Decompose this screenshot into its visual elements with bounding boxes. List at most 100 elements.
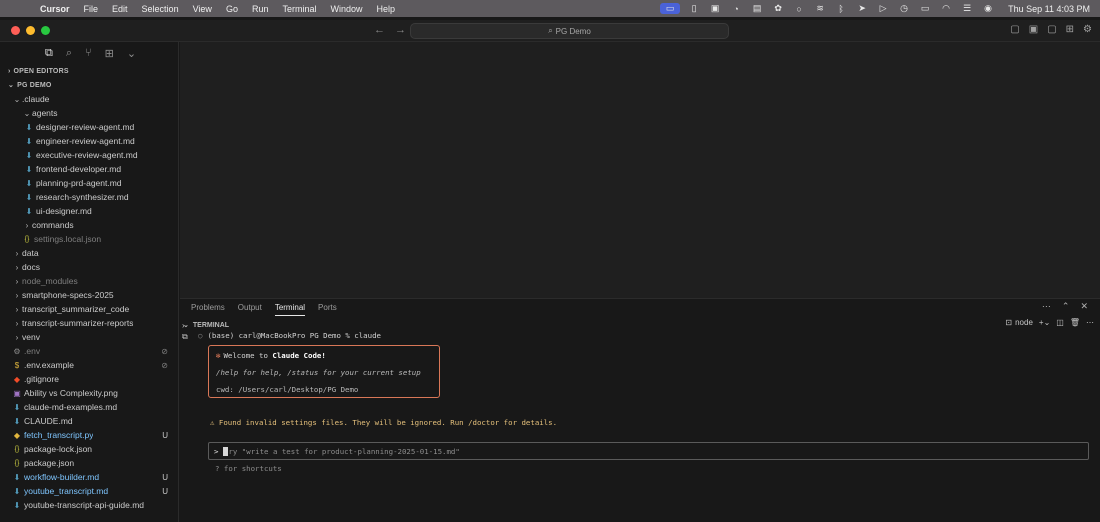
menu-edit[interactable]: Edit — [112, 4, 128, 14]
menu-app-name[interactable]: Cursor — [40, 4, 70, 14]
folder-item[interactable]: › data — [0, 246, 178, 260]
tab-output[interactable]: Output — [238, 303, 262, 316]
bookmark-icon[interactable]: ▯ — [687, 3, 701, 14]
chevron-right-icon[interactable]: › — [182, 321, 188, 330]
json-file-icon: {} — [24, 235, 30, 243]
folder-item[interactable]: ⌄ .claude — [0, 92, 178, 106]
tab-ports[interactable]: Ports — [318, 303, 337, 316]
folder-item[interactable]: › commands — [0, 218, 178, 232]
menu-view[interactable]: View — [193, 4, 212, 14]
file-item[interactable]: ▣ Ability vs Complexity.png — [0, 386, 178, 400]
siri-icon[interactable]: ◉ — [981, 3, 995, 14]
gauge-icon[interactable]: ◔ — [729, 3, 743, 14]
wifi-icon[interactable]: ◠ — [939, 3, 953, 14]
more-actions-icon[interactable]: ⋯ — [1086, 318, 1094, 327]
chevron-down-icon[interactable]: ⌄ — [127, 47, 136, 60]
file-item[interactable]: ⬇ engineer-review-agent.md — [0, 134, 178, 148]
editor-area[interactable] — [180, 42, 1100, 298]
close-panel-icon[interactable]: ✕ — [1080, 301, 1088, 312]
explorer-files-icon[interactable]: ⧉ — [45, 47, 53, 60]
tab-terminal[interactable]: Terminal — [274, 303, 306, 316]
layout-controls: ▢ ▣ ▢ ⊞ ⚙ — [1010, 24, 1092, 35]
file-item[interactable]: ⬇ frontend-developer.md — [0, 162, 178, 176]
file-item[interactable]: $ .env.example ⊘ — [0, 358, 178, 372]
maximize-panel-icon[interactable]: ⌃ — [1062, 301, 1070, 312]
terminal-scrollbar[interactable] — [1092, 332, 1100, 518]
minimize-window-button[interactable] — [26, 26, 35, 35]
folder-item[interactable]: › venv — [0, 330, 178, 344]
image-icon[interactable]: ▣ — [708, 3, 722, 14]
control-center-icon[interactable]: ☰ — [960, 3, 974, 14]
command-center-search[interactable]: ⌕ PG Demo — [410, 23, 729, 39]
toggle-sidebar-icon[interactable]: ▢ — [1010, 24, 1019, 35]
terminal-output[interactable]: ○ (base) carl@MacBookPro PG Demo % claude… — [198, 331, 1093, 521]
clipboard-icon[interactable]: ▤ — [750, 3, 764, 14]
split-terminal-icon[interactable]: ◫ — [1056, 318, 1064, 327]
butterfly-icon[interactable]: ✿ — [771, 3, 785, 14]
more-actions-icon[interactable]: ⋯ — [1042, 301, 1051, 312]
project-header[interactable]: ⌄ PG DEMO — [0, 78, 178, 92]
close-window-button[interactable] — [11, 26, 20, 35]
file-item[interactable]: ⬇ youtube-transcript-api-guide.md — [0, 498, 178, 512]
menu-window[interactable]: Window — [330, 4, 362, 14]
back-arrow-icon[interactable]: ← — [374, 24, 385, 36]
file-item[interactable]: ⬇ research-synthesizer.md — [0, 190, 178, 204]
settings-gear-icon[interactable]: ⚙ — [1083, 24, 1092, 35]
tree-item-label: fetch_transcript.py — [24, 430, 94, 440]
bluetooth-icon[interactable]: ᛒ — [834, 3, 848, 14]
file-item[interactable]: ⬇ workflow-builder.md U — [0, 470, 178, 484]
extensions-icon[interactable]: ⊞ — [105, 47, 114, 60]
terminal-section-header[interactable]: ⌄ TERMINAL — [180, 319, 1100, 331]
search-icon[interactable]: ⌕ — [66, 47, 72, 60]
file-item[interactable]: ◆ .gitignore — [0, 372, 178, 386]
folder-item[interactable]: › docs — [0, 260, 178, 274]
forward-arrow-icon[interactable]: → — [395, 24, 406, 36]
screen-record-icon[interactable]: ▭ — [660, 3, 681, 14]
toggle-secondary-sidebar-icon[interactable]: ▢ — [1047, 24, 1056, 35]
toggle-panel-icon[interactable]: ▣ — [1029, 24, 1038, 35]
circle-icon[interactable]: ○ — [792, 3, 806, 14]
file-item[interactable]: ◆ fetch_transcript.py U — [0, 428, 178, 442]
open-editors-header[interactable]: › OPEN EDITORS — [0, 64, 178, 78]
menu-run[interactable]: Run — [252, 4, 269, 14]
shell-selector[interactable]: ⊡ node — [1005, 318, 1033, 327]
wave-icon[interactable]: ≋ — [813, 3, 827, 14]
maximize-window-button[interactable] — [41, 26, 50, 35]
file-item[interactable]: ⬇ ui-designer.md — [0, 204, 178, 218]
folder-item[interactable]: ⌄ agents — [0, 106, 178, 120]
timer-icon[interactable]: ◷ — [897, 3, 911, 14]
menu-selection[interactable]: Selection — [142, 4, 179, 14]
menu-help[interactable]: Help — [377, 4, 396, 14]
folder-item[interactable]: › node_modules — [0, 274, 178, 288]
terminal-tab-icon[interactable]: ⧉ — [182, 332, 188, 342]
file-item[interactable]: {} settings.local.json — [0, 232, 178, 246]
claude-input-box[interactable]: > ry "write a test for product-planning-2… — [208, 442, 1089, 460]
file-item[interactable]: ⬇ youtube_transcript.md U — [0, 484, 178, 498]
chevron-right-icon: › — [15, 332, 19, 342]
menu-file[interactable]: File — [84, 4, 99, 14]
file-item[interactable]: {} package-lock.json — [0, 442, 178, 456]
file-item[interactable]: {} package.json — [0, 456, 178, 470]
trash-icon[interactable]: 🗑 — [1070, 318, 1080, 327]
file-item[interactable]: ⬇ designer-review-agent.md — [0, 120, 178, 134]
folder-item[interactable]: › transcript_summarizer_code — [0, 302, 178, 316]
file-item[interactable]: ⬇ CLAUDE.md — [0, 414, 178, 428]
file-item[interactable]: ⚙ .env ⊘ — [0, 344, 178, 358]
tab-problems[interactable]: Problems — [191, 303, 225, 316]
battery-icon[interactable]: ▭ — [918, 3, 932, 14]
file-item[interactable]: ⬇ executive-review-agent.md — [0, 148, 178, 162]
file-item[interactable]: ⬇ planning-prd-agent.md — [0, 176, 178, 190]
menu-clock[interactable]: Thu Sep 11 4:03 PM — [1008, 4, 1090, 14]
file-item[interactable]: ⬇ claude-md-examples.md — [0, 400, 178, 414]
source-control-icon[interactable]: ⑂ — [85, 47, 92, 59]
play-icon[interactable]: ▷ — [876, 3, 890, 14]
menu-go[interactable]: Go — [226, 4, 238, 14]
window-titlebar: ← → ⌕ PG Demo ▢ ▣ ▢ ⊞ ⚙ — [0, 20, 1100, 42]
nav-icon[interactable]: ➤ — [855, 3, 869, 14]
layout-grid-icon[interactable]: ⊞ — [1066, 24, 1074, 35]
markdown-file-icon: ⬇ — [25, 192, 33, 202]
folder-item[interactable]: › smartphone-specs-2025 — [0, 288, 178, 302]
new-terminal-icon[interactable]: +⌄ — [1039, 318, 1050, 327]
menu-terminal[interactable]: Terminal — [282, 4, 316, 14]
folder-item[interactable]: › transcript-summarizer-reports — [0, 316, 178, 330]
